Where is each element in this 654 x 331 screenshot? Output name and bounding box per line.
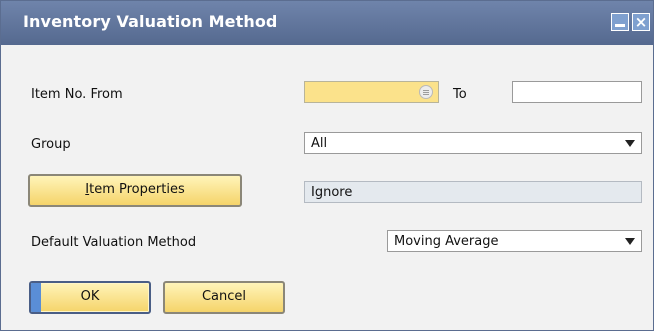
- default-valuation-method-label: Default Valuation Method: [31, 235, 197, 250]
- lookup-icon[interactable]: [419, 85, 433, 99]
- item-no-from-label: Item No. From: [31, 87, 123, 102]
- item-properties-button[interactable]: Item Properties: [28, 174, 242, 207]
- item-properties-value: Ignore: [311, 185, 353, 200]
- default-valuation-method-select[interactable]: Moving Average: [387, 230, 642, 252]
- title-bar[interactable]: Inventory Valuation Method ×: [1, 1, 653, 45]
- item-no-to-field[interactable]: [512, 81, 642, 103]
- cancel-button-label: Cancel: [201, 289, 247, 304]
- group-label: Group: [31, 137, 71, 152]
- default-valuation-method-value: Moving Average: [394, 234, 499, 249]
- minimize-icon[interactable]: [611, 13, 629, 31]
- to-label: To: [453, 87, 467, 102]
- item-properties-button-label: tem Properties: [89, 182, 185, 197]
- cancel-button[interactable]: Cancel: [163, 281, 285, 314]
- close-icon[interactable]: ×: [632, 13, 650, 31]
- chevron-down-icon[interactable]: [625, 140, 635, 147]
- window-title: Inventory Valuation Method: [23, 12, 278, 31]
- inventory-valuation-dialog: Inventory Valuation Method × Item No. Fr…: [0, 0, 654, 331]
- item-no-from-field[interactable]: [304, 81, 439, 103]
- group-select[interactable]: All: [304, 132, 642, 154]
- item-properties-value-field: Ignore: [304, 181, 642, 203]
- chevron-down-icon[interactable]: [625, 238, 635, 245]
- ok-button-label: OK: [80, 289, 100, 304]
- ok-button[interactable]: OK: [29, 281, 151, 314]
- group-select-value: All: [311, 136, 328, 151]
- default-button-marker: [31, 283, 41, 312]
